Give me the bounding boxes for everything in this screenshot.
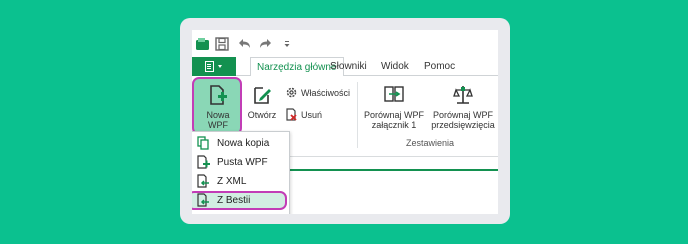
delete-document-icon <box>285 108 298 121</box>
group-divider <box>357 82 358 148</box>
customize-toolbar-icon[interactable] <box>282 36 292 52</box>
compare-attachment-label-2: załącznik 1 <box>371 120 417 130</box>
file-menu-icon <box>205 61 214 72</box>
menu-item-label: Z XML <box>217 176 247 187</box>
menu-item-label: Z Bestii <box>217 195 251 206</box>
copy-icon <box>197 136 210 151</box>
menu-item-z-xml[interactable]: Z XML <box>192 172 289 191</box>
chevron-down-icon <box>218 65 222 68</box>
compare-project-label-2: przedsięwzięcia <box>431 120 495 130</box>
compare-project-icon <box>452 84 474 106</box>
application-window: Narzędzia główne Słowniki Widok Pomoc No… <box>192 30 498 214</box>
redo-icon[interactable] <box>258 36 274 52</box>
save-icon[interactable] <box>214 36 230 52</box>
gear-icon <box>285 86 298 99</box>
tab-slowniki[interactable]: Słowniki <box>330 61 367 72</box>
compare-project-button[interactable]: Porównaj WPF przedsięwzięcia <box>428 84 498 130</box>
menu-item-pusta-wpf[interactable]: Pusta WPF <box>192 153 289 172</box>
compare-project-label-1: Porównaj WPF <box>432 110 494 120</box>
quick-access-toolbar <box>192 30 498 56</box>
new-document-icon <box>207 84 229 106</box>
new-wpf-dropdown-menu: Nowa kopia Pusta WPF Z XML Z Bestii <box>192 131 290 214</box>
app-logo-icon[interactable] <box>195 36 211 52</box>
edit-icon <box>251 84 273 106</box>
compare-attachment-label-1: Porównaj WPF <box>363 110 425 120</box>
tab-widok[interactable]: Widok <box>381 61 409 72</box>
menu-item-nowa-kopia[interactable]: Nowa kopia <box>192 134 289 153</box>
menu-item-label: Pusta WPF <box>217 157 268 168</box>
import-xml-icon <box>197 174 210 189</box>
tab-pomoc[interactable]: Pomoc <box>424 61 455 72</box>
new-wpf-label: Nowa WPF <box>206 110 230 130</box>
ribbon-tab-row: Narzędzia główne Słowniki Widok Pomoc <box>192 57 498 77</box>
group-label-zestawienia: Zestawienia <box>406 138 455 148</box>
delete-label: Usuń <box>301 110 323 120</box>
content-area-top-line <box>288 169 498 171</box>
ribbon-bottom-border <box>288 156 498 157</box>
properties-label: Właściwości <box>301 88 351 98</box>
undo-icon[interactable] <box>236 36 252 52</box>
new-empty-icon <box>197 155 210 170</box>
menu-item-z-bestii[interactable]: Z Bestii <box>192 191 287 210</box>
compare-icon <box>383 84 405 106</box>
open-button[interactable]: Otwórz <box>245 84 279 120</box>
file-menu-button[interactable] <box>192 57 236 76</box>
open-label: Otwórz <box>247 110 277 120</box>
import-bestia-icon <box>197 193 210 208</box>
menu-item-label: Nowa kopia <box>217 138 270 149</box>
compare-attachment-button[interactable]: Porównaj WPF załącznik 1 <box>362 84 426 130</box>
